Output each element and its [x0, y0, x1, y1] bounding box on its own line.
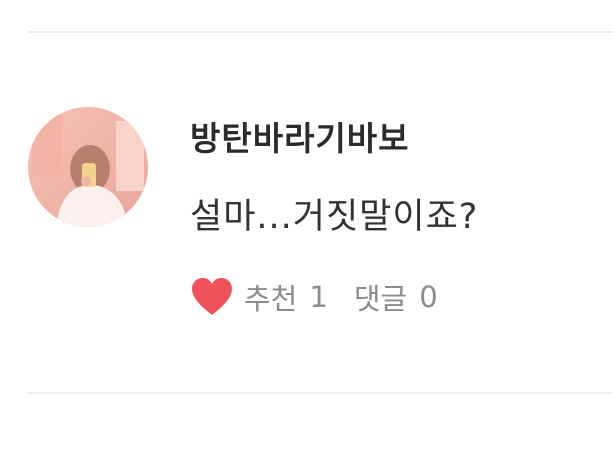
- bottom-divider: [28, 392, 612, 394]
- comment-author[interactable]: 방탄바라기바보: [190, 112, 410, 160]
- reply-button[interactable]: 댓글 0: [354, 276, 438, 318]
- like-label: 추천: [244, 282, 298, 316]
- heart-icon: [190, 277, 234, 317]
- top-divider: [28, 31, 612, 33]
- avatar[interactable]: [28, 107, 148, 227]
- avatar-image: [28, 107, 148, 227]
- reply-label: 댓글: [353, 282, 408, 316]
- like-count: 1: [309, 280, 328, 314]
- comment-actions: 추천 1 댓글 0: [190, 274, 438, 320]
- like-button[interactable]: 추천 1: [190, 276, 328, 318]
- comment-text: 설마...거짓말이죠?: [190, 197, 479, 237]
- reply-count: 0: [419, 280, 438, 314]
